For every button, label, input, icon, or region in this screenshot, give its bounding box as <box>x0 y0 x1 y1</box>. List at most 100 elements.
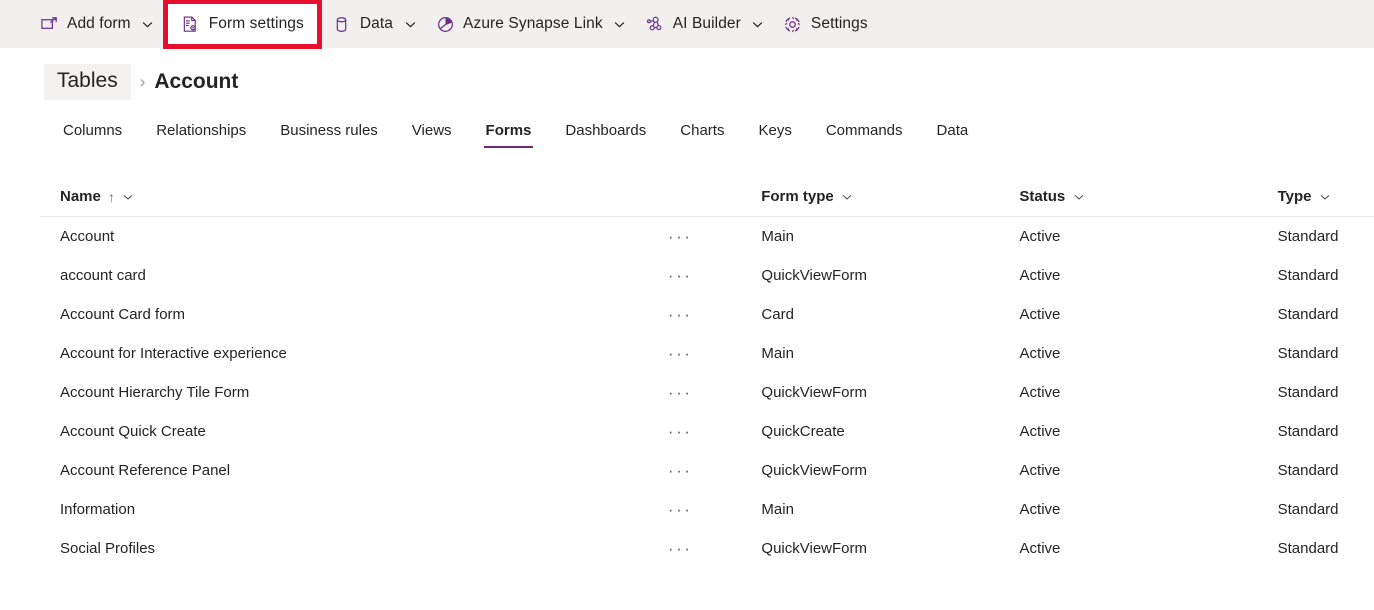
cell-name: Information ··· <box>40 501 741 518</box>
tab-commands[interactable]: Commands <box>809 118 920 148</box>
chevron-down-icon[interactable] <box>403 17 417 31</box>
cell-status: Active <box>1000 384 1258 401</box>
row-more-options-icon[interactable]: ··· <box>662 384 698 401</box>
chevron-down-icon[interactable] <box>841 190 854 203</box>
tab-dashboards[interactable]: Dashboards <box>548 118 663 148</box>
form-name-link[interactable]: Account Quick Create <box>60 423 206 440</box>
command-bar: Add form Form settings <box>0 0 1374 48</box>
column-header-name[interactable]: Name ↑ <box>40 188 741 205</box>
tab-charts[interactable]: Charts <box>663 118 741 148</box>
tab-data[interactable]: Data <box>920 118 986 148</box>
cell-form-type: Card <box>741 306 999 323</box>
cell-type: Standard <box>1258 501 1356 518</box>
table-row[interactable]: Social Profiles···QuickViewFormActiveSta… <box>40 529 1374 568</box>
column-header-type[interactable]: Type <box>1258 188 1356 205</box>
table-row[interactable]: Account Quick Create···QuickCreateActive… <box>40 412 1374 451</box>
table-row[interactable]: Account Hierarchy Tile Form ··· QuickViewF… <box>40 373 1374 412</box>
chevron-down-icon[interactable] <box>141 17 155 31</box>
cell-type: Standard <box>1258 306 1356 323</box>
row-more-options-icon[interactable]: ··· <box>662 267 698 284</box>
add-form-icon <box>39 14 59 34</box>
cell-name: Account for Interactive experience ··· <box>40 345 741 362</box>
azure-synapse-link-button[interactable]: Azure Synapse Link <box>426 5 636 43</box>
breadcrumb: Tables › Account <box>0 48 1374 104</box>
gear-icon <box>783 14 803 34</box>
data-button[interactable]: Data <box>323 5 426 43</box>
cell-status: Active <box>1000 423 1258 440</box>
form-name-link[interactable]: Account Reference Panel <box>60 462 230 479</box>
add-form-label: Add form <box>67 15 131 33</box>
cell-name: Account Reference Panel ··· <box>40 462 741 479</box>
ai-builder-icon <box>645 14 665 34</box>
settings-label: Settings <box>811 15 868 33</box>
tab-relationships[interactable]: Relationships <box>139 118 263 148</box>
cell-status: Active <box>1000 345 1258 362</box>
azure-synapse-link-label: Azure Synapse Link <box>463 15 603 33</box>
cell-status: Active <box>1000 306 1258 323</box>
cell-form-type: QuickViewForm <box>741 540 999 557</box>
row-more-options-icon[interactable]: ··· <box>662 462 698 479</box>
form-name-link[interactable]: Account Card form <box>60 306 185 323</box>
page-title: Account <box>154 70 238 94</box>
row-more-options-icon[interactable]: ··· <box>662 306 698 323</box>
sort-ascending-icon: ↑ <box>108 189 115 205</box>
row-more-options-icon[interactable]: ··· <box>662 228 698 245</box>
tab-views[interactable]: Views <box>395 118 469 148</box>
form-settings-icon <box>181 14 201 34</box>
table-row[interactable]: Account Card form ··· CardActiveStandard <box>40 295 1374 334</box>
cell-form-type: QuickViewForm <box>741 384 999 401</box>
cell-status: Active <box>1000 267 1258 284</box>
tab-business-rules[interactable]: Business rules <box>263 118 395 148</box>
settings-button[interactable]: Settings <box>774 5 877 43</box>
form-name-link[interactable]: Information <box>60 501 135 518</box>
cell-form-type: QuickViewForm <box>741 267 999 284</box>
cell-form-type: Main <box>741 345 999 362</box>
chevron-down-icon[interactable] <box>122 190 135 203</box>
chevron-down-icon[interactable] <box>1072 190 1085 203</box>
row-more-options-icon[interactable]: ··· <box>662 540 698 557</box>
ai-builder-button[interactable]: AI Builder <box>636 5 774 43</box>
tab-keys[interactable]: Keys <box>741 118 808 148</box>
form-settings-button[interactable]: Form settings <box>168 4 317 44</box>
cell-name: Account Quick Create ··· <box>40 423 741 440</box>
table-row[interactable]: Account···MainActiveStandard <box>40 217 1374 256</box>
form-name-link[interactable]: account card <box>60 267 146 284</box>
entity-tab-bar: Columns Relationships Business rules Vie… <box>0 104 1374 148</box>
form-settings-label: Form settings <box>209 15 304 33</box>
column-header-form-type-label: Form type <box>761 188 834 205</box>
cell-type: Standard <box>1258 267 1356 284</box>
column-header-status[interactable]: Status <box>999 188 1257 205</box>
table-row[interactable]: Information···MainActiveStandard <box>40 490 1374 529</box>
tab-forms[interactable]: Forms <box>469 118 549 148</box>
chevron-down-icon[interactable] <box>613 17 627 31</box>
chevron-down-icon[interactable] <box>1319 190 1332 203</box>
data-label: Data <box>360 15 393 33</box>
chevron-down-icon[interactable] <box>751 17 765 31</box>
cell-status: Active <box>1000 462 1258 479</box>
table-row[interactable]: Account for Interactive experience ··· Mai… <box>40 334 1374 373</box>
breadcrumb-tables-link[interactable]: Tables <box>44 64 131 100</box>
tab-columns[interactable]: Columns <box>46 118 139 148</box>
table-row[interactable]: Account Reference Panel···QuickViewFormA… <box>40 451 1374 490</box>
cell-type: Standard <box>1258 384 1356 401</box>
cell-type: Standard <box>1258 462 1356 479</box>
grid-body: Account···MainActiveStandardaccount card… <box>40 217 1374 568</box>
column-header-status-label: Status <box>1019 188 1065 205</box>
form-name-link[interactable]: Account for Interactive experience <box>60 345 287 362</box>
row-more-options-icon[interactable]: ··· <box>662 423 698 440</box>
form-name-link[interactable]: Account <box>60 228 114 245</box>
cell-status: Active <box>1000 501 1258 518</box>
azure-synapse-link-icon <box>435 14 455 34</box>
add-form-button[interactable]: Add form <box>30 5 164 43</box>
form-name-link[interactable]: Account Hierarchy Tile Form <box>60 384 249 401</box>
row-more-options-icon[interactable]: ··· <box>662 501 698 518</box>
cell-name: account card ··· <box>40 267 741 284</box>
column-header-form-type[interactable]: Form type <box>741 188 999 205</box>
table-row[interactable]: account card ··· QuickViewFormActiveStanda… <box>40 256 1374 295</box>
cell-status: Active <box>1000 540 1258 557</box>
form-settings-highlight: Form settings <box>168 4 317 44</box>
database-icon <box>332 14 352 34</box>
form-name-link[interactable]: Social Profiles <box>60 540 155 557</box>
row-more-options-icon[interactable]: ··· <box>662 345 698 362</box>
column-header-type-label: Type <box>1278 188 1312 205</box>
